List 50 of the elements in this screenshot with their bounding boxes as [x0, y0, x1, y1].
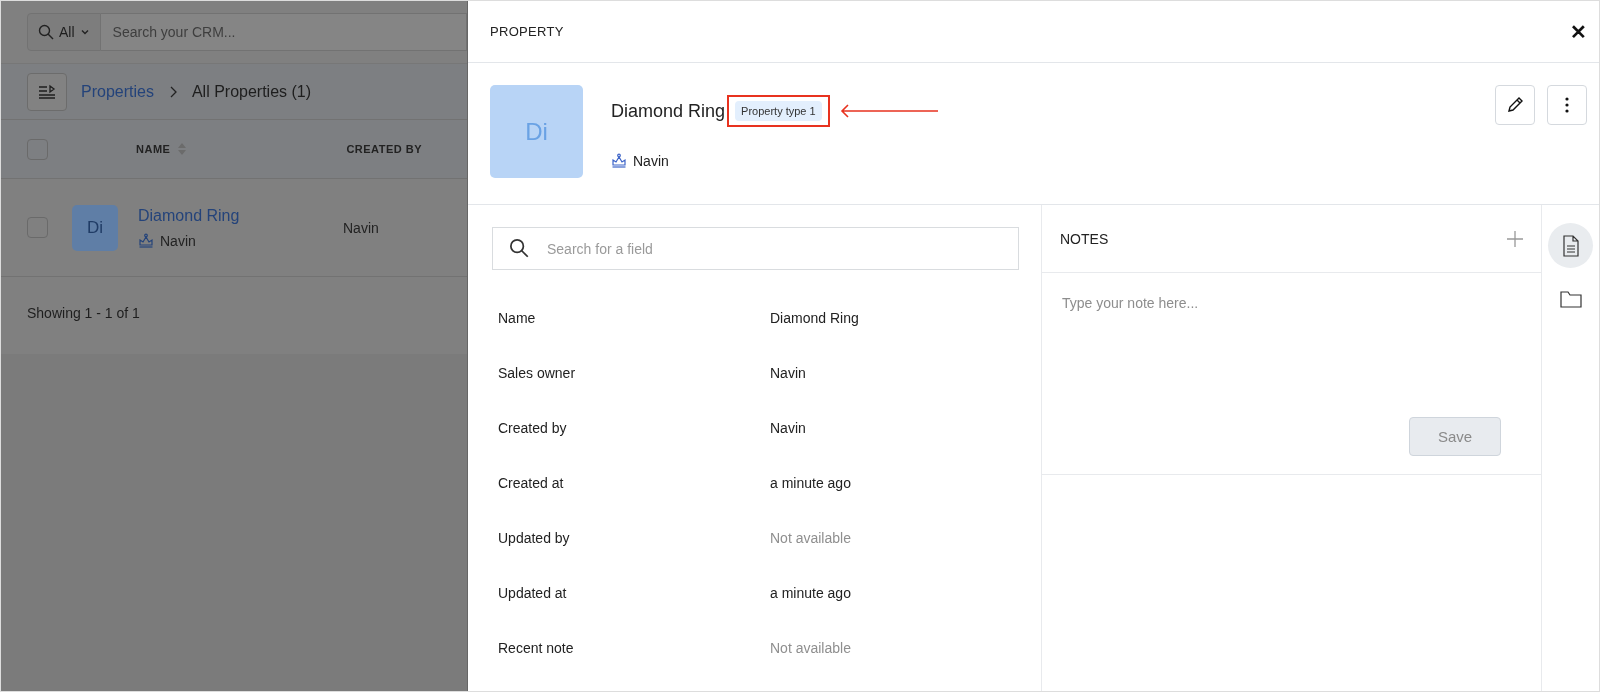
breadcrumb-current: All Properties (1) — [191, 82, 312, 101]
column-header: NAME — [136, 143, 171, 155]
scope-dropdown[interactable]: All — [27, 13, 101, 51]
crown-icon — [611, 153, 627, 169]
close-button[interactable]: ✕ — [1570, 19, 1587, 44]
field-value: Diamond Ring — [770, 309, 860, 326]
search-icon — [509, 238, 529, 258]
field-label: Sales owner — [498, 364, 577, 381]
type-badge: Property type 1 — [735, 101, 822, 121]
field-value: Not available — [770, 529, 852, 546]
field-label: Updated by — [498, 529, 571, 546]
breadcrumb-link[interactable]: Properties — [81, 82, 154, 101]
field-label: Recent note — [498, 639, 575, 656]
field-value: a minute ago — [770, 584, 852, 601]
owner-name: Navin — [633, 153, 669, 169]
field-label: Created by — [498, 419, 568, 436]
record-name: Diamond Ring — [611, 100, 726, 122]
pencil-icon — [1506, 96, 1524, 114]
field-label: Updated at — [498, 584, 568, 601]
avatar: Di — [490, 85, 583, 178]
folder-icon — [1559, 289, 1582, 308]
field-search[interactable]: Search for a field — [492, 227, 1019, 270]
field-value: Not available — [770, 639, 852, 656]
notes-tab[interactable] — [1548, 223, 1593, 268]
table-cell: Navin — [343, 219, 379, 236]
menu-icon — [38, 83, 56, 100]
field-value: Navin — [770, 419, 807, 436]
document-icon — [1561, 234, 1580, 257]
column-header: CREATED BY — [346, 143, 423, 155]
search-icon — [38, 24, 54, 40]
arrow-icon — [839, 104, 938, 118]
field-value: a minute ago — [770, 474, 852, 491]
field-value: Navin — [770, 364, 807, 381]
more-icon — [1565, 97, 1569, 113]
field-label: Name — [498, 309, 537, 326]
plus-icon[interactable] — [1507, 230, 1523, 247]
avatar: Di — [72, 204, 118, 251]
more-button[interactable] — [1547, 85, 1587, 125]
drawer-title: PROPERTY — [490, 24, 564, 39]
pagination-text: Showing 1 - 1 of 1 — [26, 304, 141, 323]
edit-button[interactable] — [1495, 85, 1535, 125]
notes-title: NOTES — [1060, 230, 1109, 247]
record-link[interactable]: Diamond Ring — [138, 206, 343, 225]
checkbox[interactable] — [27, 138, 48, 160]
field-label: Created at — [498, 474, 565, 491]
search-field[interactable]: Search your CRM... — [100, 13, 467, 51]
crown-icon — [138, 232, 154, 249]
sidebar-toggle-button[interactable] — [27, 72, 67, 111]
chevron-down-icon — [79, 27, 90, 37]
owner-name: Navin — [160, 232, 196, 249]
